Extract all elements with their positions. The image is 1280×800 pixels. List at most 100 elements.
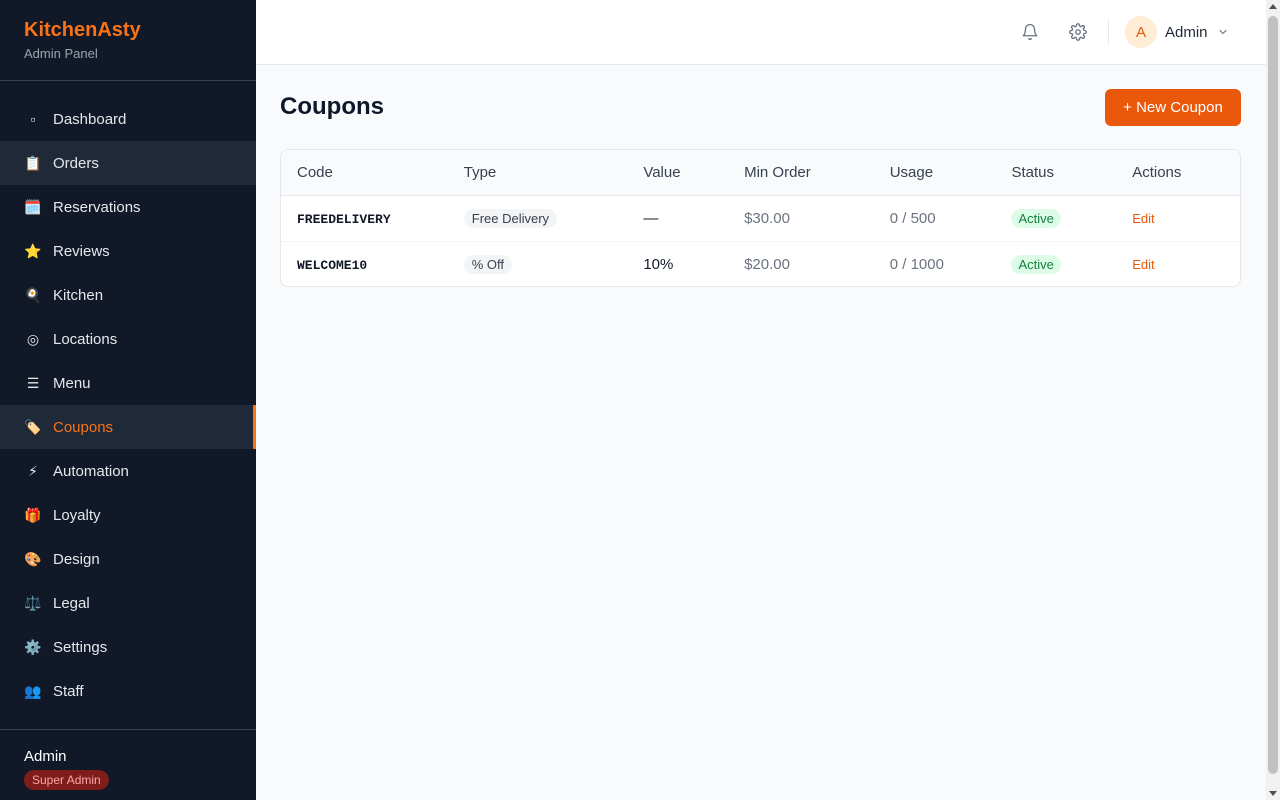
gear-icon[interactable]	[1067, 21, 1089, 43]
sidebar-item-legal[interactable]: ⚖️ Legal	[0, 581, 256, 625]
sidebar-item-loyalty[interactable]: 🎁 Loyalty	[0, 493, 256, 537]
table-cell: Active	[995, 195, 1117, 242]
column-header-value: Value	[627, 150, 729, 196]
column-header-actions: Actions	[1116, 150, 1240, 196]
table-body: FREEDELIVERY Free Delivery — $30.00 0 / 500 A…	[281, 195, 1240, 286]
sidebar-item-label: Staff	[53, 682, 84, 700]
table-cell: —	[627, 195, 729, 242]
coupon-value: —	[643, 209, 659, 227]
user-name: Admin	[1165, 23, 1208, 41]
topbar: A Admin	[256, 0, 1266, 65]
sidebar-item-staff[interactable]: 👥 Staff	[0, 669, 256, 713]
sidebar-item-label: Kitchen	[53, 286, 104, 304]
sidebar-item-label: Reservations	[53, 198, 141, 216]
current-user-name: Admin	[24, 748, 67, 765]
scroll-up-arrow[interactable]	[1269, 4, 1277, 9]
column-header-type: Type	[447, 150, 628, 196]
table-cell: Active	[995, 241, 1116, 286]
sidebar-item-orders[interactable]: 📋 Orders	[0, 141, 256, 185]
page-title: Coupons	[280, 93, 384, 120]
column-header-usage: Usage	[873, 150, 996, 196]
coupons-table: Code Type Value Min Order Usage Status Actions…	[280, 149, 1241, 287]
coupon-type-badge: Free Delivery	[463, 208, 558, 228]
gift-icon: 🎁	[24, 506, 42, 523]
min-order-value: $30.00	[744, 209, 790, 227]
people-icon: 👥	[24, 682, 42, 699]
coupon-code: FREEDELIVERY	[297, 211, 391, 227]
dashboard-icon: ▫	[30, 111, 36, 127]
main-content: Coupons + New Coupon Code Type Value Min Or…	[256, 65, 1266, 800]
table-cell: $30.00	[728, 195, 874, 242]
table-row: WELCOME10 % Off 10% $20.00 0 / 1000 Active Edi…	[281, 241, 1240, 286]
lightning-icon: ⚡	[28, 462, 38, 479]
palette-icon: 🎨	[24, 550, 42, 567]
sidebar-item-label: Orders	[53, 154, 99, 172]
calendar-icon: 🗓️	[24, 198, 42, 215]
sidebar-item-menu[interactable]: ☰ Menu	[0, 361, 256, 405]
table-cell: Edit	[1116, 241, 1240, 286]
column-header-status: Status	[995, 150, 1117, 196]
star-icon: ⭐	[24, 242, 42, 259]
status-badge: Active	[1011, 254, 1061, 274]
table-cell: Edit	[1116, 195, 1240, 242]
sidebar-item-label: Automation	[53, 462, 129, 480]
table-row: FREEDELIVERY Free Delivery — $30.00 0 / 500 A…	[281, 195, 1240, 242]
table-header-row: Code Type Value Min Order Usage Status Actions	[281, 150, 1240, 196]
brand-name[interactable]: KitchenAsty	[24, 18, 232, 42]
topbar-divider	[1108, 19, 1109, 45]
usage-count: 0 / 500	[889, 209, 936, 227]
page-scrollbar[interactable]	[1266, 0, 1280, 800]
table-cell: WELCOME10	[281, 241, 448, 286]
tag-icon: 🏷️	[24, 418, 42, 435]
new-coupon-button[interactable]: + New Coupon	[1105, 89, 1241, 126]
sidebar-item-label: Loyalty	[53, 506, 101, 524]
sidebar-item-label: Design	[53, 550, 100, 568]
edit-link[interactable]: Edit	[1132, 257, 1154, 272]
scroll-thumb[interactable]	[1268, 16, 1278, 774]
usage-count: 0 / 1000	[889, 255, 944, 273]
bell-icon[interactable]	[1019, 21, 1041, 43]
sidebar-item-label: Dashboard	[53, 110, 127, 128]
table-cell: % Off	[448, 241, 628, 286]
sidebar-item-design[interactable]: 🎨 Design	[0, 537, 256, 581]
brand: KitchenAsty Admin Panel	[0, 0, 256, 81]
kitchen-icon: 🍳	[24, 286, 42, 303]
min-order-value: $20.00	[744, 255, 790, 273]
gear-icon: ⚙️	[24, 638, 42, 655]
sidebar: KitchenAsty Admin Panel ▫ Dashboard 📋 Order…	[0, 0, 256, 800]
sidebar-item-label: Settings	[53, 638, 108, 656]
location-icon: ◎	[26, 330, 40, 347]
scroll-down-arrow[interactable]	[1269, 791, 1277, 796]
sidebar-item-kitchen[interactable]: 🍳 Kitchen	[0, 273, 256, 317]
sidebar-item-locations[interactable]: ◎ Locations	[0, 317, 256, 361]
column-header-code: Code	[281, 150, 448, 196]
sidebar-item-automation[interactable]: ⚡ Automation	[0, 449, 256, 493]
table-cell: $20.00	[728, 241, 874, 286]
table-cell: Free Delivery	[447, 195, 628, 242]
sidebar-item-label: Legal	[53, 594, 90, 612]
sidebar-item-label: Menu	[53, 374, 91, 392]
sidebar-item-coupons[interactable]: 🏷️ Coupons	[0, 405, 256, 449]
user-menu[interactable]: A Admin	[1125, 16, 1229, 48]
chevron-down-icon	[1217, 26, 1229, 38]
sidebar-item-reservations[interactable]: 🗓️ Reservations	[0, 185, 256, 229]
status-badge: Active	[1011, 208, 1061, 228]
sidebar-item-dashboard[interactable]: ▫ Dashboard	[0, 97, 256, 141]
sidebar-footer: Admin Super Admin	[0, 729, 256, 800]
column-header-min-order: Min Order	[728, 150, 874, 196]
table-cell: FREEDELIVERY	[281, 195, 448, 242]
sidebar-item-reviews[interactable]: ⭐ Reviews	[0, 229, 256, 273]
edit-link[interactable]: Edit	[1132, 211, 1154, 226]
menu-icon: ☰	[26, 374, 40, 391]
table-cell: 0 / 1000	[874, 241, 996, 286]
coupon-type-badge: % Off	[463, 254, 513, 274]
sidebar-item-settings[interactable]: ⚙️ Settings	[0, 625, 256, 669]
clipboard-icon: 📋	[24, 154, 42, 171]
sidebar-item-label: Coupons	[53, 418, 114, 436]
sidebar-nav: ▫ Dashboard 📋 Orders 🗓️ Reservations ⭐ Reviews 🍳…	[0, 81, 256, 713]
table-cell: 0 / 500	[873, 195, 996, 242]
scales-icon: ⚖️	[24, 594, 42, 611]
table-cell: 10%	[627, 241, 728, 286]
brand-subtitle: Admin Panel	[24, 46, 98, 61]
role-badge: Super Admin	[24, 770, 109, 790]
